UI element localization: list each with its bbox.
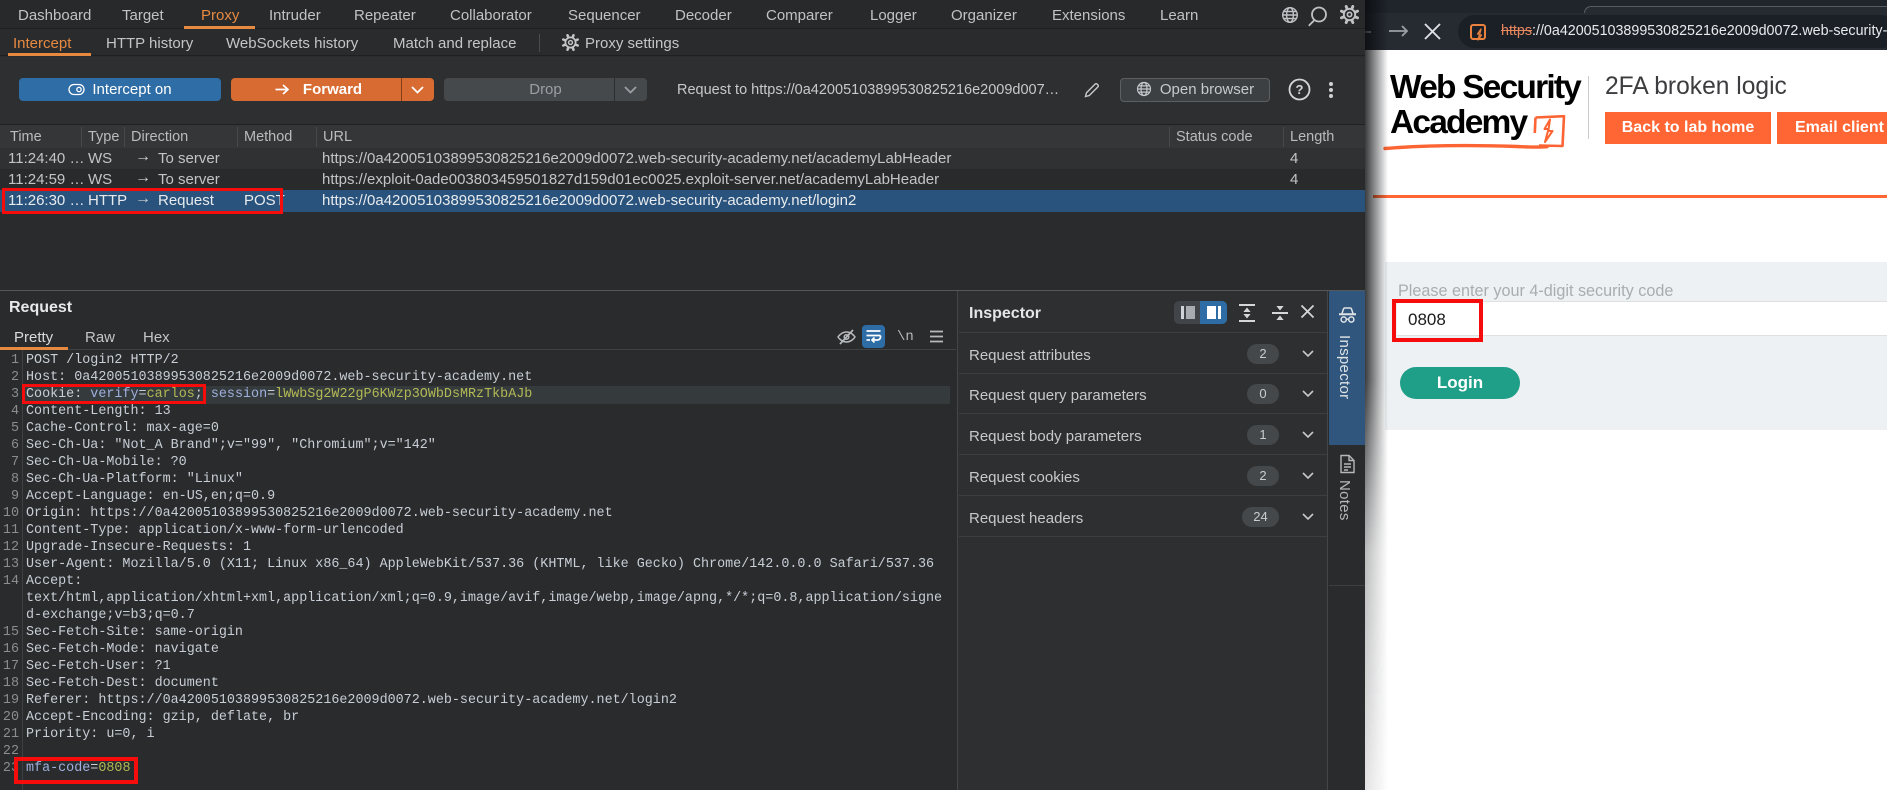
svg-text:?: ? [1296, 82, 1304, 97]
